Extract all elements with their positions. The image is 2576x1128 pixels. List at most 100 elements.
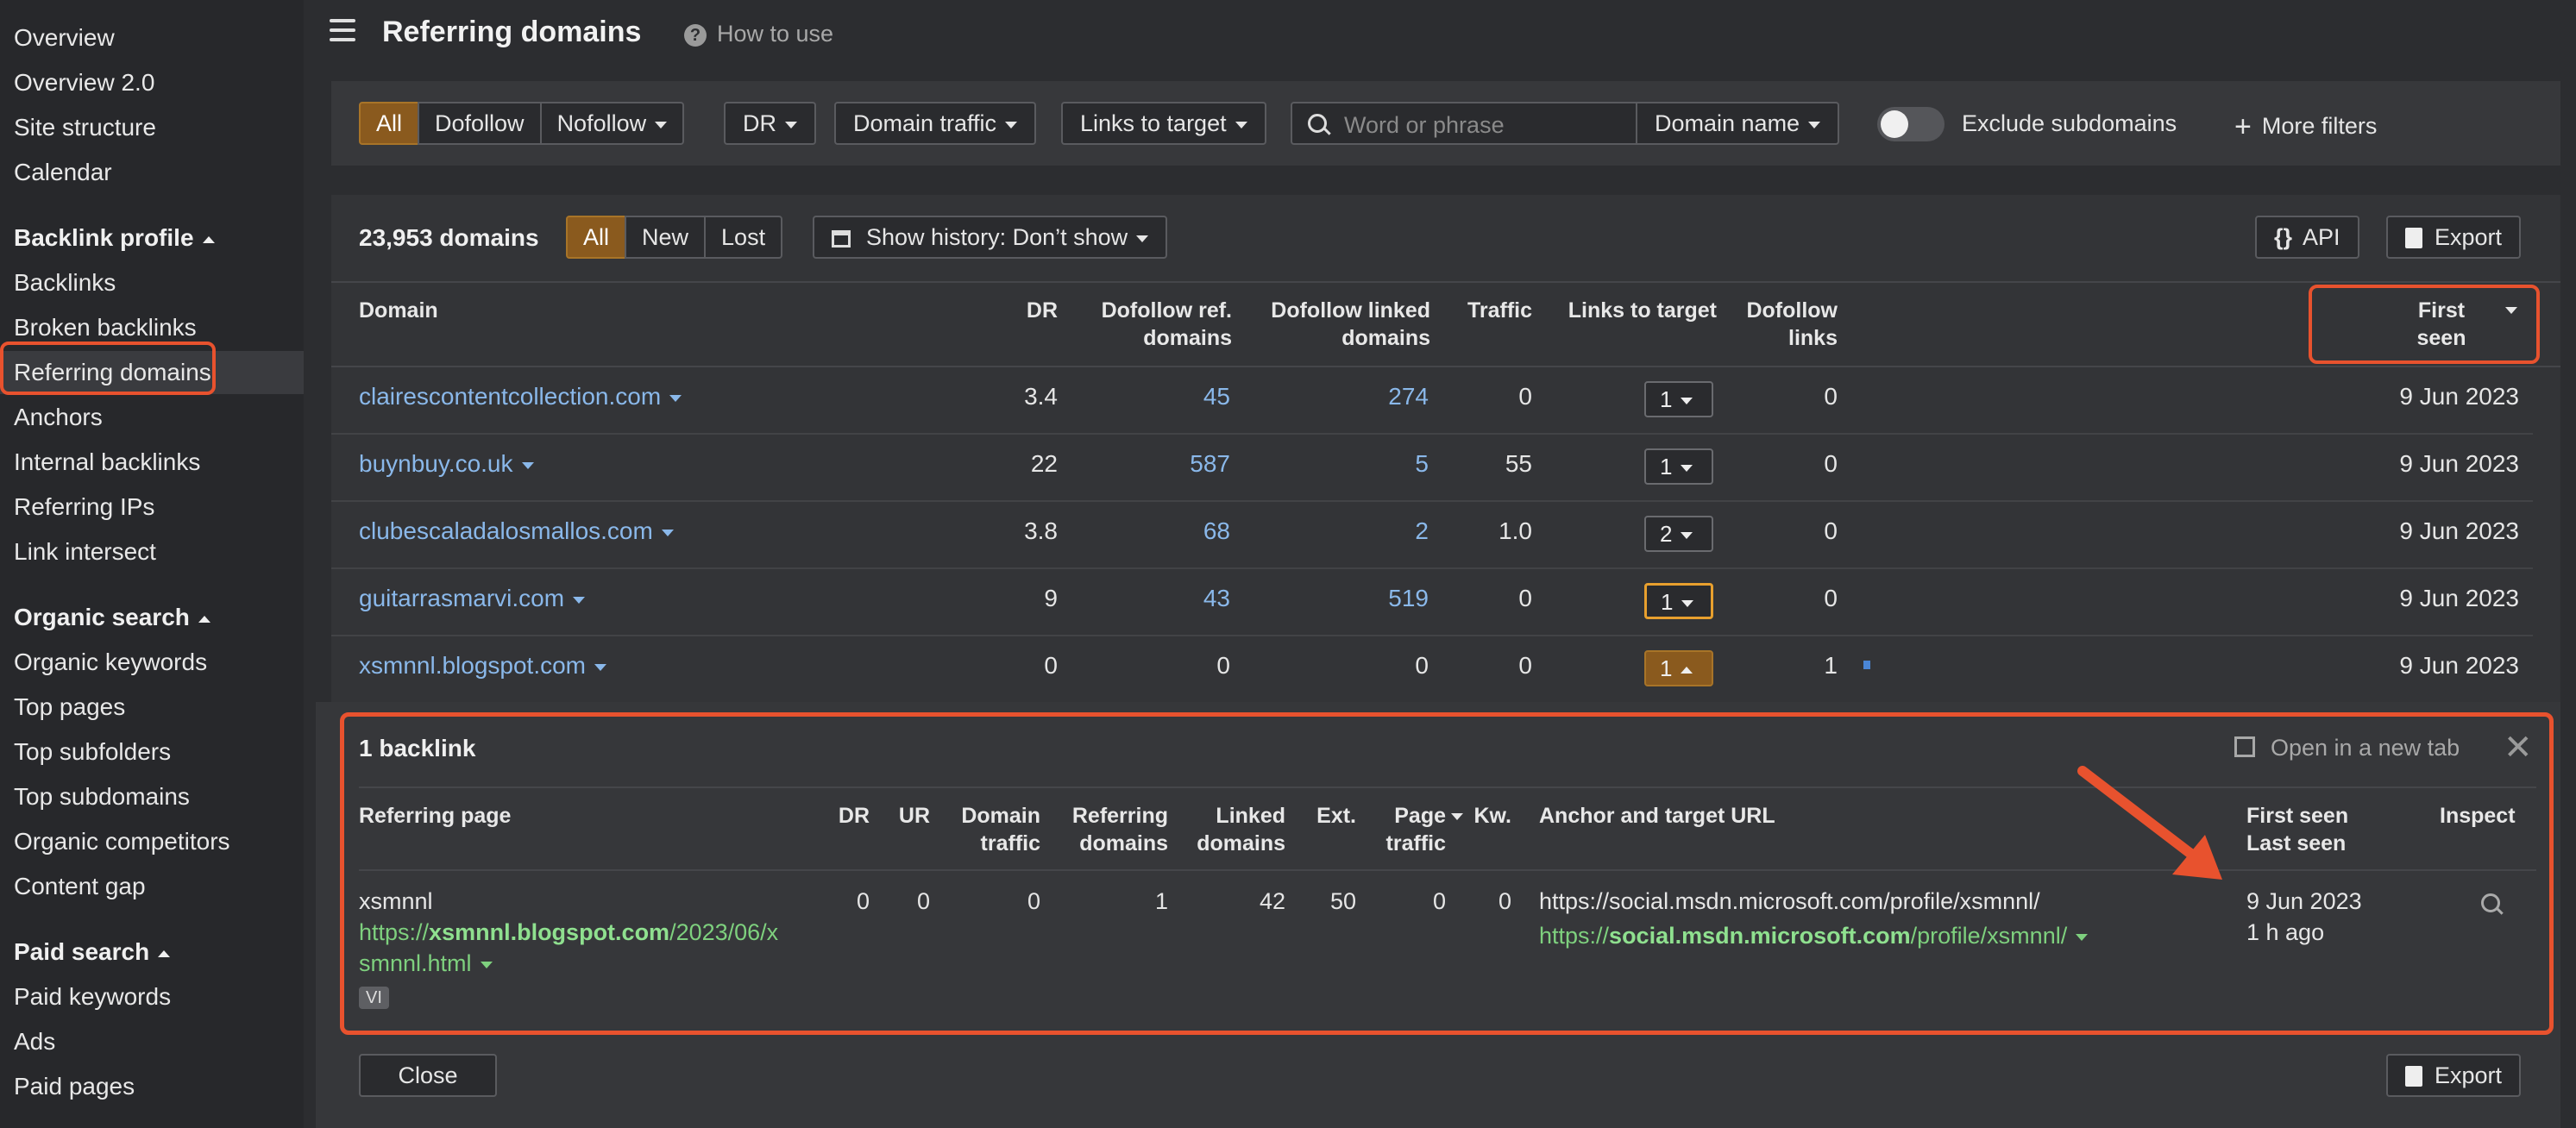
domain-link[interactable]: clubescaladalosmallos.com	[359, 517, 674, 545]
sidebar-item-overview-2[interactable]: Overview 2.0	[14, 69, 154, 97]
chevron-down-icon	[655, 121, 668, 128]
menu-icon[interactable]	[330, 19, 355, 41]
sidebar-item-top-subfolders[interactable]: Top subfolders	[14, 738, 171, 766]
status-lost-tab[interactable]: Lost	[704, 216, 783, 259]
sidebar: Overview Overview 2.0 Site structure Cal…	[0, 0, 304, 1128]
ref-domains-link[interactable]: 68	[1144, 517, 1230, 545]
filter-all-button[interactable]: All	[359, 102, 420, 145]
sidebar-item-top-pages[interactable]: Top pages	[14, 693, 125, 721]
sidebar-item-organic-competitors[interactable]: Organic competitors	[14, 828, 230, 855]
sidebar-section-paid-search[interactable]: Paid search	[14, 938, 171, 966]
links-to-target-dropdown[interactable]: 1	[1644, 583, 1713, 619]
row-divider	[331, 500, 2533, 502]
domain-link[interactable]: guitarrasmarvi.com	[359, 585, 586, 612]
traffic-value: 1.0	[1498, 517, 1532, 544]
sidebar-item-anchors[interactable]: Anchors	[14, 404, 103, 431]
sidebar-item-top-subdomains[interactable]: Top subdomains	[14, 783, 190, 811]
status-new-tab[interactable]: New	[625, 216, 707, 259]
more-filters-button[interactable]: + More filters	[2234, 110, 2377, 144]
status-all-tab[interactable]: All	[566, 216, 627, 259]
sidebar-item-content-gap[interactable]: Content gap	[14, 873, 146, 900]
col-dofollow-ref-domains[interactable]: Dofollow ref. domains	[1059, 297, 1232, 352]
backlink-export-button[interactable]: Export	[2386, 1054, 2522, 1097]
dofollow-links-value: 0	[1824, 383, 1838, 410]
domain-link[interactable]: clairescontentcollection.com	[359, 383, 682, 410]
sidebar-item-overview[interactable]: Overview	[14, 24, 115, 52]
status-tabs: All New Lost	[566, 216, 783, 259]
referring-domains-highlight-box	[0, 342, 216, 395]
traffic-value: 0	[1518, 652, 1532, 679]
linked-domains-link[interactable]: 2	[1342, 517, 1429, 545]
sidebar-item-paid-pages[interactable]: Paid pages	[14, 1073, 135, 1100]
sidebar-item-paid-keywords[interactable]: Paid keywords	[14, 983, 171, 1011]
chevron-down-icon	[661, 529, 674, 536]
sidebar-item-broken-backlinks[interactable]: Broken backlinks	[14, 314, 197, 342]
sidebar-item-calendar[interactable]: Calendar	[14, 159, 112, 186]
domain-link[interactable]: buynbuy.co.uk	[359, 450, 534, 478]
dr-value: 3.4	[1024, 383, 1058, 410]
collapse-caret-icon	[158, 949, 171, 957]
link-type-filter: All Dofollow Nofollow	[359, 102, 685, 145]
dr-value: 0	[1044, 652, 1058, 679]
sidebar-item-organic-keywords[interactable]: Organic keywords	[14, 649, 207, 676]
col-dr[interactable]: DR	[983, 297, 1058, 324]
collapse-caret-icon	[198, 615, 210, 623]
ref-domains-link[interactable]: 587	[1144, 450, 1230, 478]
sidebar-item-referring-ips[interactable]: Referring IPs	[14, 493, 154, 521]
chevron-down-icon	[785, 121, 797, 128]
filter-nofollow-dropdown[interactable]: Nofollow	[539, 102, 685, 145]
divider	[331, 366, 2560, 367]
exclude-subdomains-toggle[interactable]	[1877, 107, 1945, 141]
sparkline-bar	[1863, 661, 1870, 669]
sidebar-item-site-structure[interactable]: Site structure	[14, 114, 156, 141]
filter-dofollow-button[interactable]: Dofollow	[418, 102, 542, 145]
domain-link[interactable]: xsmnnl.blogspot.com	[359, 652, 607, 680]
first-seen-value: 9 Jun 2023	[2399, 450, 2519, 477]
links-to-target-dropdown[interactable]: 1	[1644, 650, 1713, 686]
col-dofollow-linked-domains[interactable]: Dofollow linked domains	[1241, 297, 1430, 352]
results-panel	[331, 195, 2560, 704]
how-to-use-link[interactable]: ? How to use	[684, 21, 833, 47]
domain-traffic-filter-dropdown[interactable]: Domain traffic	[834, 102, 1037, 145]
domain-count: 23,953 domains	[359, 224, 539, 251]
export-button[interactable]: Export	[2386, 216, 2522, 259]
sidebar-section-organic-search[interactable]: Organic search	[14, 604, 210, 631]
col-traffic[interactable]: Traffic	[1432, 297, 1532, 324]
row-divider	[331, 433, 2533, 435]
chevron-down-icon	[1681, 600, 1694, 608]
dr-value: 3.8	[1024, 517, 1058, 544]
chevron-down-icon	[1136, 235, 1149, 242]
sidebar-item-backlinks[interactable]: Backlinks	[14, 269, 116, 297]
close-button[interactable]: Close	[359, 1054, 497, 1097]
show-history-dropdown[interactable]: Show history: Don’t show	[813, 216, 1168, 259]
chevron-down-icon	[573, 596, 586, 604]
first-seen-value: 9 Jun 2023	[2399, 652, 2519, 679]
dr-filter-dropdown[interactable]: DR	[724, 102, 816, 145]
linked-domains-link[interactable]: 5	[1342, 450, 1429, 478]
sidebar-section-backlink-profile[interactable]: Backlink profile	[14, 224, 215, 252]
search-input[interactable]	[1342, 109, 1630, 141]
sidebar-item-ads[interactable]: Ads	[14, 1028, 55, 1056]
api-button[interactable]: {} API	[2255, 216, 2359, 259]
links-to-target-filter-dropdown[interactable]: Links to target	[1061, 102, 1266, 145]
col-links-to-target[interactable]: Links to target	[1536, 297, 1717, 324]
col-domain[interactable]: Domain	[359, 297, 438, 324]
links-to-target-dropdown[interactable]: 1	[1644, 448, 1713, 485]
ref-domains-link[interactable]: 45	[1144, 383, 1230, 410]
sidebar-item-internal-backlinks[interactable]: Internal backlinks	[14, 448, 200, 476]
sidebar-item-link-intersect[interactable]: Link intersect	[14, 538, 156, 566]
dr-value: 9	[1044, 585, 1058, 611]
ref-domains-link[interactable]: 43	[1144, 585, 1230, 612]
linked-domains-link[interactable]: 274	[1342, 383, 1429, 410]
chevron-down-icon	[594, 663, 607, 671]
links-to-target-dropdown[interactable]: 1	[1644, 381, 1713, 417]
backlink-highlight-box	[340, 712, 2554, 1035]
links-to-target-dropdown[interactable]: 2	[1644, 516, 1713, 552]
dofollow-links-value: 1	[1824, 652, 1838, 679]
search-scope-dropdown[interactable]: Domain name	[1636, 102, 1840, 145]
page-title: Referring domains	[382, 16, 642, 48]
col-dofollow-links[interactable]: Dofollow links	[1725, 297, 1838, 352]
first-seen-highlight-box	[2309, 285, 2540, 364]
linked-domains-link[interactable]: 519	[1342, 585, 1429, 612]
chevron-down-icon	[669, 394, 682, 402]
